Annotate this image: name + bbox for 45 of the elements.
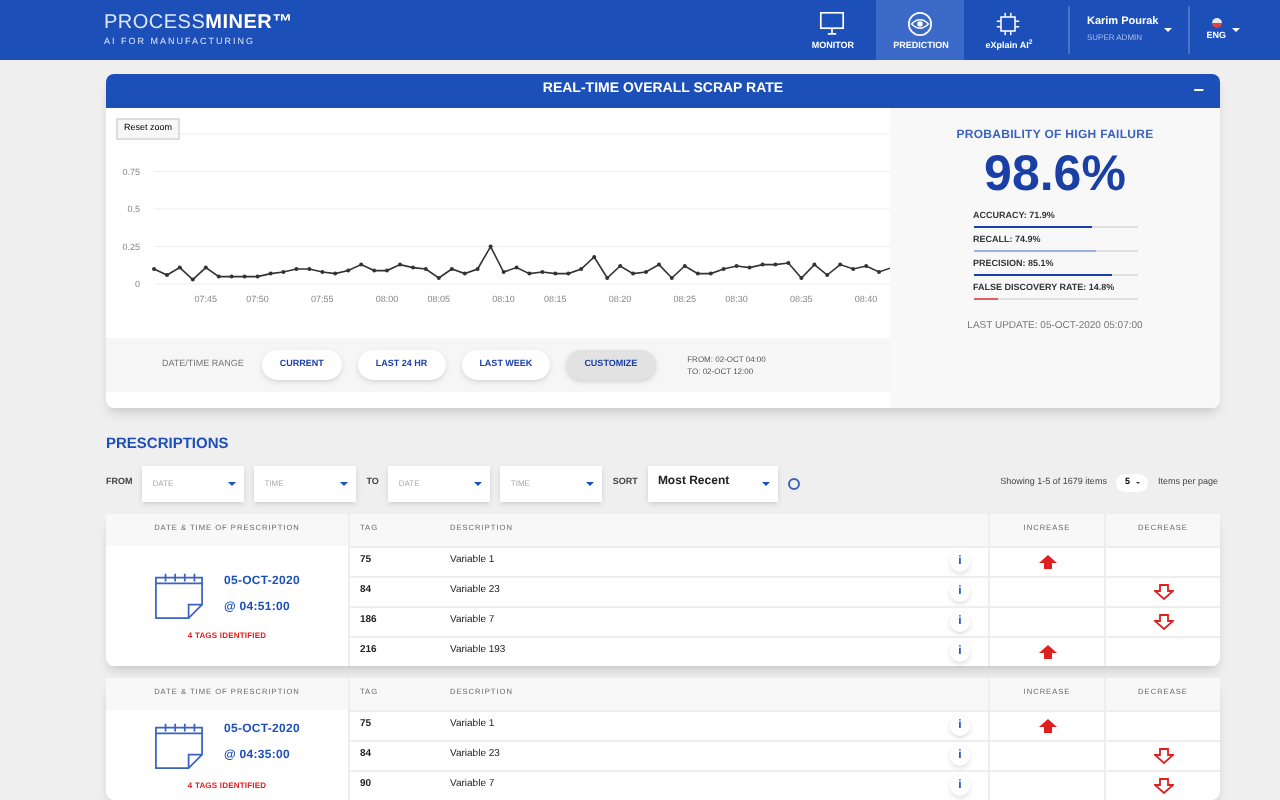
caret-icon	[228, 481, 237, 485]
eye-icon	[906, 9, 935, 38]
calendar-icon	[153, 719, 204, 769]
data-point	[203, 265, 208, 270]
up-arrow-icon	[1037, 554, 1057, 570]
caret-icon	[474, 481, 483, 485]
up-arrow-icon	[1037, 644, 1057, 660]
collapse-button[interactable]: −	[1193, 76, 1204, 104]
caret-icon	[1232, 28, 1240, 32]
data-point	[268, 271, 273, 276]
data-point	[708, 271, 713, 276]
data-point	[229, 274, 234, 279]
calendar-icon	[153, 570, 204, 620]
brand-logo: PROCESSMINER™	[104, 13, 293, 34]
data-point	[773, 262, 778, 267]
data-point	[760, 262, 765, 267]
data-point	[242, 274, 247, 279]
data-point	[514, 265, 519, 270]
caret-icon	[1164, 28, 1173, 32]
data-point	[747, 265, 752, 270]
data-point	[695, 271, 700, 276]
data-point	[566, 271, 571, 276]
data-point	[216, 274, 221, 279]
data-point	[488, 244, 493, 249]
data-point	[838, 262, 843, 267]
search-icon[interactable]	[787, 477, 800, 489]
data-point	[333, 271, 338, 276]
monitor-icon	[818, 9, 847, 38]
data-point	[177, 265, 182, 270]
up-arrow-icon	[1037, 718, 1057, 734]
data-point	[372, 268, 377, 273]
data-point	[812, 262, 817, 267]
data-point	[527, 271, 532, 276]
flag-icon	[1211, 18, 1222, 29]
data-point	[359, 262, 364, 267]
data-point	[255, 274, 260, 279]
chip-icon	[994, 9, 1023, 38]
caret-icon	[761, 481, 770, 485]
data-point	[190, 277, 195, 282]
probability-value: 98.6%	[984, 146, 1126, 202]
data-point	[346, 268, 351, 273]
data-point	[462, 271, 467, 276]
data-point	[553, 271, 558, 276]
caret-icon	[340, 481, 349, 485]
caret-icon	[586, 481, 595, 485]
